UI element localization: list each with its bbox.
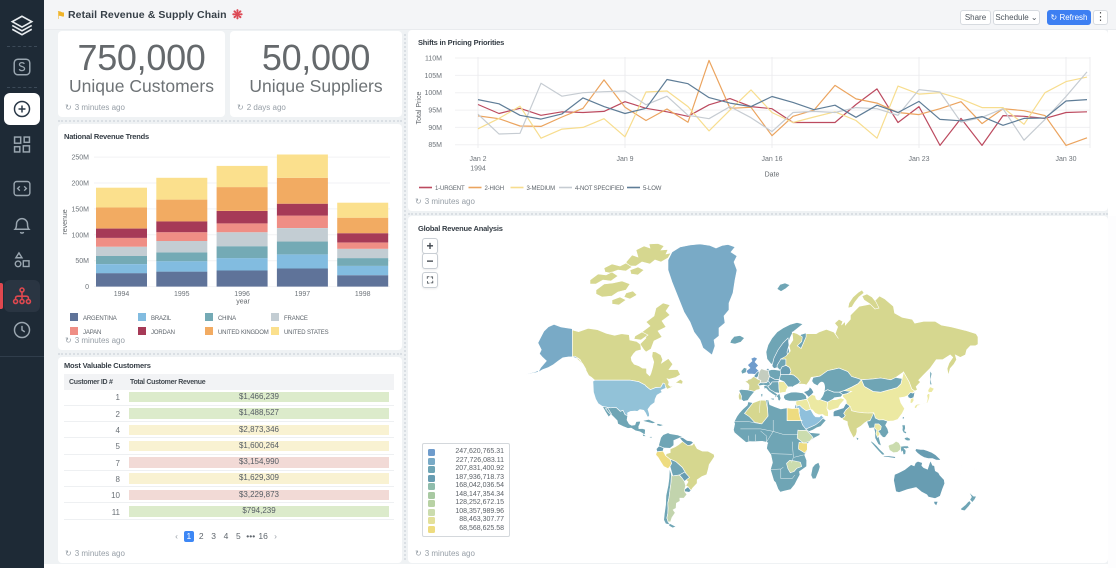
svg-text:FRANCE: FRANCE bbox=[284, 316, 308, 322]
svg-text:1995: 1995 bbox=[174, 291, 190, 298]
svg-text:150M: 150M bbox=[71, 206, 89, 213]
svg-text:CHINA: CHINA bbox=[218, 316, 236, 322]
svg-text:Jan 30: Jan 30 bbox=[1055, 156, 1076, 163]
svg-text:UNITED STATES: UNITED STATES bbox=[284, 330, 329, 336]
svg-text:90M: 90M bbox=[428, 125, 442, 132]
svg-text:ARGENTINA: ARGENTINA bbox=[83, 316, 117, 322]
svg-text:1997: 1997 bbox=[295, 291, 311, 298]
svg-text:revenue: revenue bbox=[62, 209, 69, 234]
svg-text:50M: 50M bbox=[75, 258, 89, 265]
svg-text:0: 0 bbox=[85, 284, 89, 291]
svg-text:1994: 1994 bbox=[114, 291, 130, 298]
svg-text:105M: 105M bbox=[424, 73, 442, 80]
svg-text:100M: 100M bbox=[71, 232, 89, 239]
svg-text:1998: 1998 bbox=[355, 291, 371, 298]
svg-text:Jan 23: Jan 23 bbox=[908, 156, 929, 163]
svg-text:110M: 110M bbox=[425, 56, 442, 63]
svg-text:Jan 2: Jan 2 bbox=[469, 156, 486, 163]
svg-text:3-MEDIUM: 3-MEDIUM bbox=[527, 186, 556, 192]
svg-text:100M: 100M bbox=[424, 90, 442, 97]
svg-text:5-LOW: 5-LOW bbox=[643, 186, 662, 192]
svg-text:Jan 9: Jan 9 bbox=[616, 156, 633, 163]
svg-text:85M: 85M bbox=[428, 142, 442, 149]
svg-text:1-URGENT: 1-URGENT bbox=[435, 186, 465, 192]
svg-text:UNITED KINGDOM: UNITED KINGDOM bbox=[218, 330, 269, 336]
svg-text:Jan 16: Jan 16 bbox=[761, 156, 782, 163]
svg-text:250M: 250M bbox=[71, 155, 89, 162]
svg-text:Total Price: Total Price bbox=[416, 92, 423, 125]
svg-text:Date: Date bbox=[765, 172, 780, 179]
svg-text:BRAZIL: BRAZIL bbox=[151, 316, 172, 322]
svg-text:2-HIGH: 2-HIGH bbox=[485, 186, 504, 192]
svg-text:year: year bbox=[236, 299, 250, 306]
svg-text:200M: 200M bbox=[71, 181, 89, 188]
svg-text:1994: 1994 bbox=[470, 166, 486, 173]
svg-text:JORDAN: JORDAN bbox=[151, 330, 175, 336]
svg-text:4-NOT SPECIFIED: 4-NOT SPECIFIED bbox=[575, 186, 625, 192]
svg-text:1996: 1996 bbox=[234, 291, 250, 298]
svg-text:95M: 95M bbox=[428, 108, 442, 115]
